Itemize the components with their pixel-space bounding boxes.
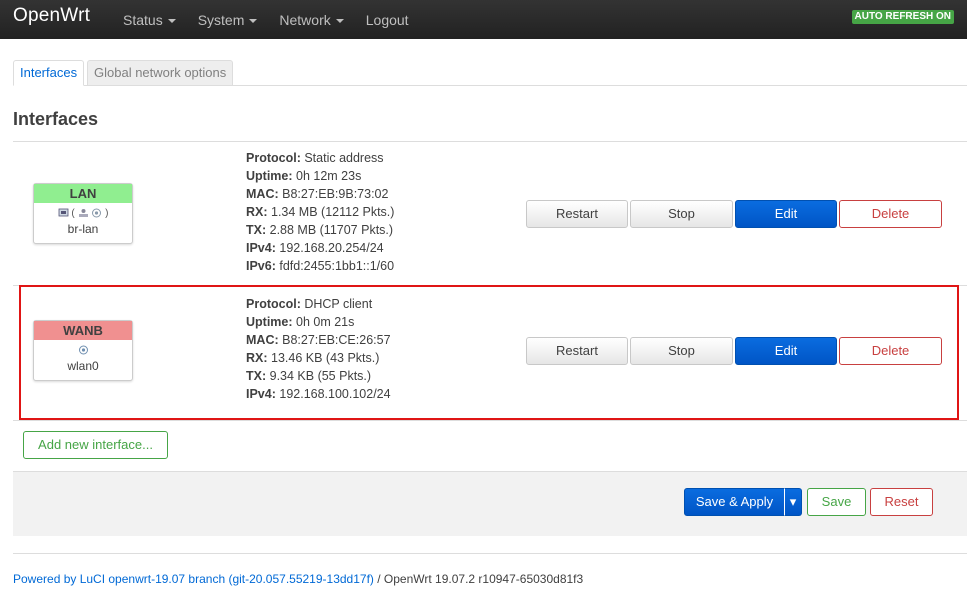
info-line: MAC: B8:27:EB:9B:73:02 <box>246 187 389 201</box>
menu-system[interactable]: System <box>187 0 269 39</box>
footer-divider <box>13 553 967 554</box>
info-line: IPv4: 192.168.20.254/24 <box>246 241 384 255</box>
interface-name: LAN <box>34 184 132 203</box>
row-divider <box>13 420 967 421</box>
info-line: TX: 2.88 MB (11707 Pkts.) <box>246 223 394 237</box>
top-navbar: OpenWrt Status System Network Logout AUT… <box>0 0 967 39</box>
info-line: Protocol: Static address <box>246 151 384 165</box>
delete-button-lan[interactable]: Delete <box>839 200 942 228</box>
menu-network[interactable]: Network <box>268 0 354 39</box>
restart-button-lan[interactable]: Restart <box>526 200 628 228</box>
tab-global-network-options[interactable]: Global network options <box>87 60 234 86</box>
menu-network-label: Network <box>279 11 331 28</box>
menu-status[interactable]: Status <box>112 0 187 39</box>
highlight-box <box>19 285 959 420</box>
chevron-down-icon: ▾ <box>789 494 797 509</box>
luci-link[interactable]: Powered by LuCI openwrt-19.07 branch (gi… <box>13 572 374 586</box>
info-line: Uptime: 0h 12m 23s <box>246 169 362 183</box>
add-interface-button[interactable]: Add new interface... <box>23 431 168 459</box>
footer-text: Powered by LuCI openwrt-19.07 branch (gi… <box>13 572 583 586</box>
menu-logout-label: Logout <box>365 11 409 28</box>
stop-button-lan[interactable]: Stop <box>630 200 733 228</box>
auto-refresh-badge[interactable]: AUTO REFRESH ON <box>851 10 954 24</box>
menu-logout[interactable]: Logout <box>355 0 420 39</box>
tab-bar: Interfaces Global network options <box>13 60 967 86</box>
bridge-icon <box>78 209 88 218</box>
brand-logo[interactable]: OpenWrt <box>13 5 90 27</box>
ethernet-icon <box>58 208 68 217</box>
save-button[interactable]: Save <box>807 488 866 516</box>
edit-button-lan[interactable]: Edit <box>735 200 837 228</box>
tab-interfaces[interactable]: Interfaces <box>13 60 85 86</box>
main-menu: Status System Network Logout <box>112 0 420 39</box>
menu-system-label: System <box>197 11 245 28</box>
info-line: RX: 1.34 MB (12112 Pkts.) <box>246 205 395 219</box>
page-title: Interfaces <box>13 109 99 129</box>
save-apply-button[interactable]: Save & Apply <box>684 488 785 516</box>
interface-badge-lan: LAN ( ) br-lan <box>33 183 133 244</box>
save-apply-dropdown[interactable]: ▾ <box>784 488 802 516</box>
wifi-icon <box>92 208 102 218</box>
menu-status-label: Status <box>123 11 163 28</box>
reset-button[interactable]: Reset <box>870 488 933 516</box>
caret-down-icon <box>167 18 176 23</box>
device-icons: ( ) <box>34 207 132 221</box>
caret-down-icon <box>335 18 344 23</box>
info-line: IPv6: fdfd:2455:1bb1::1/60 <box>246 259 395 273</box>
interface-info-lan: Protocol: Static address Uptime: 0h 12m … <box>246 149 394 275</box>
interface-device: br-lan <box>67 222 99 236</box>
row-divider <box>13 141 967 142</box>
version-text: / OpenWrt 19.07.2 r10947-65030d81f3 <box>373 572 584 586</box>
caret-down-icon <box>249 18 258 23</box>
